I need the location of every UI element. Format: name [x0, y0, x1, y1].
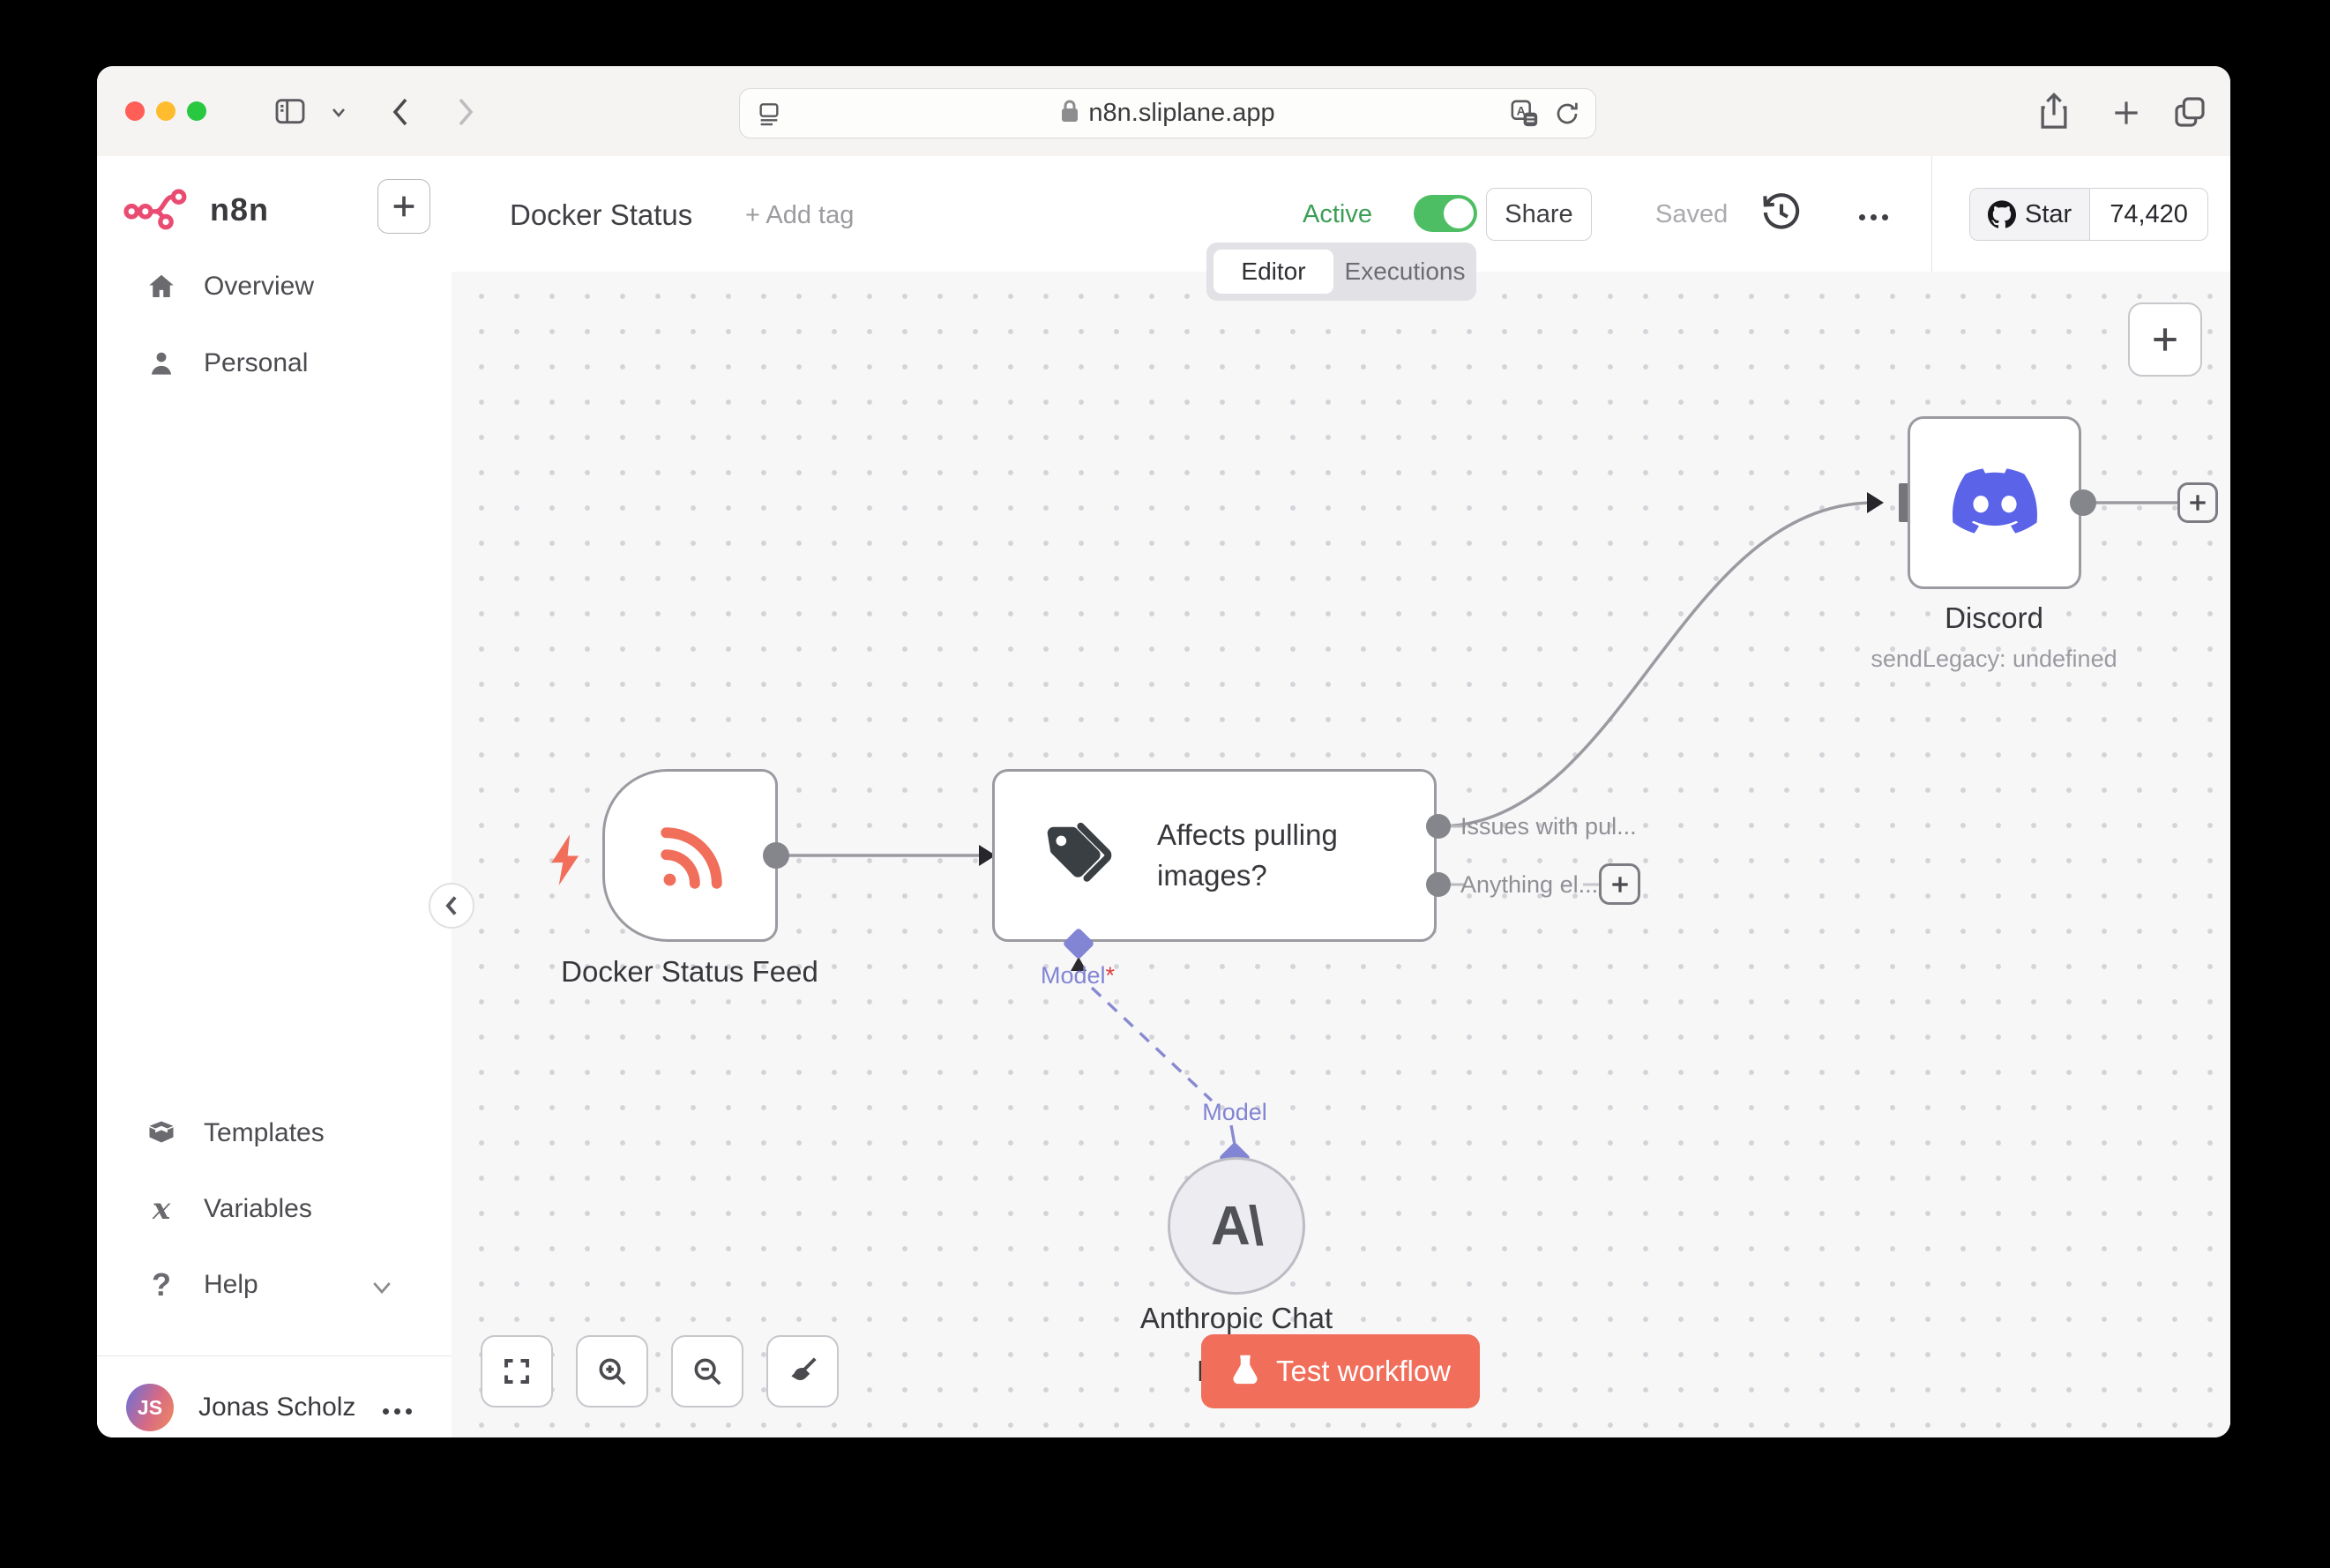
help-chevron-down-icon[interactable]	[369, 1278, 395, 1302]
user-options-icon[interactable]	[377, 1403, 412, 1419]
sidebar-item-label: Variables	[204, 1194, 312, 1224]
test-workflow-button[interactable]: Test workflow	[1201, 1334, 1480, 1408]
tab-editor[interactable]: Editor	[1214, 250, 1333, 294]
url-text: n8n.sliplane.app	[1088, 99, 1274, 128]
output-label-issues: Issues with pul...	[1460, 813, 1637, 840]
app-sidebar: n8n Overview Personal	[97, 156, 452, 1437]
sidebar-item-personal[interactable]: Personal	[146, 347, 308, 379]
trigger-bolt-icon	[545, 833, 589, 892]
user-name: Jonas Scholz	[198, 1393, 355, 1422]
zoom-in-button[interactable]	[576, 1335, 648, 1407]
question-icon: ?	[146, 1269, 177, 1301]
avatar: JS	[126, 1384, 174, 1431]
translate-icon[interactable]: A	[1509, 99, 1541, 133]
tab-overview-icon[interactable]	[2171, 94, 2208, 134]
anthropic-logo: A\	[1211, 1195, 1262, 1258]
n8n-logo-icon	[123, 188, 198, 235]
n8n-app: n8n Overview Personal	[97, 156, 2230, 1437]
back-button[interactable]	[388, 93, 414, 136]
chevron-down-icon[interactable]	[328, 105, 349, 125]
output-port-discord[interactable]	[2070, 489, 2096, 516]
node-docker-status-feed[interactable]	[602, 769, 778, 942]
add-node-anything-else-button[interactable]	[1599, 863, 1640, 905]
node-title-classifier: Affects pulling images?	[1157, 815, 1413, 896]
share-button[interactable]: Share	[1486, 188, 1592, 241]
node-anthropic-chat-model[interactable]: A\	[1168, 1157, 1305, 1295]
add-tag-button[interactable]: + Add tag	[745, 201, 854, 230]
sidebar-item-overview[interactable]: Overview	[146, 271, 314, 302]
node-label-anthropic-line1: Anthropic Chat	[1087, 1302, 1386, 1335]
screenshot-stage: n8n.sliplane.app A	[0, 0, 2330, 1568]
page-format-icon[interactable]	[754, 100, 784, 132]
person-icon	[146, 347, 177, 379]
output-port-issues[interactable]	[1426, 814, 1451, 839]
close-window-button[interactable]	[125, 101, 145, 121]
saved-status: Saved	[1655, 200, 1728, 229]
sidebar-item-help[interactable]: ? Help	[146, 1269, 258, 1301]
new-tab-icon[interactable]	[2110, 96, 2143, 134]
node-discord[interactable]	[1908, 416, 2081, 589]
active-label: Active	[1303, 200, 1372, 229]
sidebar-item-templates[interactable]: Templates	[146, 1117, 325, 1149]
sidebar-item-variables[interactable]: x Variables	[146, 1193, 312, 1225]
address-bar[interactable]: n8n.sliplane.app A	[739, 88, 1596, 138]
sidebar-item-label: Help	[204, 1270, 258, 1300]
zoom-out-button[interactable]	[671, 1335, 743, 1407]
history-icon[interactable]	[1759, 190, 1804, 240]
node-label-discord: Discord	[1862, 601, 2126, 635]
share-icon[interactable]	[2035, 91, 2072, 138]
active-toggle[interactable]	[1414, 195, 1477, 232]
star-count[interactable]: 74,420	[2090, 189, 2207, 240]
user-menu[interactable]: JS Jonas Scholz	[126, 1384, 355, 1431]
sidebar-item-label: Templates	[204, 1118, 325, 1148]
sidebar-collapse-button[interactable]	[429, 883, 474, 929]
tab-executions[interactable]: Executions	[1333, 258, 1476, 286]
flask-icon	[1230, 1354, 1260, 1389]
browser-toolbar: n8n.sliplane.app A	[97, 66, 2230, 157]
sidebar-item-label: Personal	[204, 348, 308, 378]
output-label-anything-else: Anything el...	[1460, 871, 1598, 899]
discord-icon	[1953, 459, 2037, 548]
lock-icon	[1060, 99, 1079, 128]
zoom-window-button[interactable]	[187, 101, 206, 121]
new-workflow-button[interactable]	[377, 179, 430, 234]
test-workflow-label: Test workflow	[1276, 1355, 1451, 1388]
header-divider	[1931, 156, 1932, 272]
app-logo-text: n8n	[210, 191, 269, 228]
node-label-docker: Docker Status Feed	[513, 955, 866, 989]
github-star-widget[interactable]: Star 74,420	[1969, 188, 2208, 241]
star-label: Star	[2025, 200, 2072, 229]
sidebar-item-label: Overview	[204, 272, 314, 302]
model-port-label: Model*	[1025, 962, 1131, 989]
output-port-anything-else[interactable]	[1426, 872, 1451, 897]
node-classifier[interactable]: Affects pulling images?	[992, 769, 1437, 942]
sidebar-divider	[97, 1355, 452, 1356]
workflow-canvas[interactable]: Docker Status Feed Affects pulling image…	[452, 272, 2230, 1437]
home-icon	[146, 271, 177, 302]
reload-icon[interactable]	[1553, 100, 1581, 132]
workflow-menu-icon[interactable]	[1854, 209, 1888, 225]
workflow-title[interactable]: Docker Status	[510, 198, 692, 232]
github-star-button[interactable]: Star	[1970, 189, 2090, 240]
view-tabs: Editor Executions	[1206, 243, 1476, 301]
canvas-add-node-button[interactable]	[2128, 302, 2202, 377]
github-icon	[1988, 200, 2016, 228]
node-subtitle-discord: sendLegacy: undefined	[1809, 646, 2179, 673]
sidebar-toggle-icon[interactable]	[272, 94, 309, 134]
app-main: Docker Status + Add tag Active Share Sav…	[452, 156, 2230, 1437]
tidy-up-button[interactable]	[766, 1335, 839, 1407]
package-icon	[146, 1117, 177, 1149]
tags-icon	[1041, 820, 1122, 891]
rss-icon	[651, 818, 732, 903]
variable-icon: x	[146, 1193, 177, 1225]
anthropic-model-label: Model	[1182, 1099, 1288, 1126]
add-node-after-discord-button[interactable]	[2177, 482, 2218, 523]
minimize-window-button[interactable]	[156, 101, 175, 121]
fit-view-button[interactable]	[481, 1335, 553, 1407]
forward-button[interactable]	[452, 93, 478, 136]
browser-window: n8n.sliplane.app A	[97, 66, 2230, 1437]
output-port-docker[interactable]	[763, 842, 789, 869]
